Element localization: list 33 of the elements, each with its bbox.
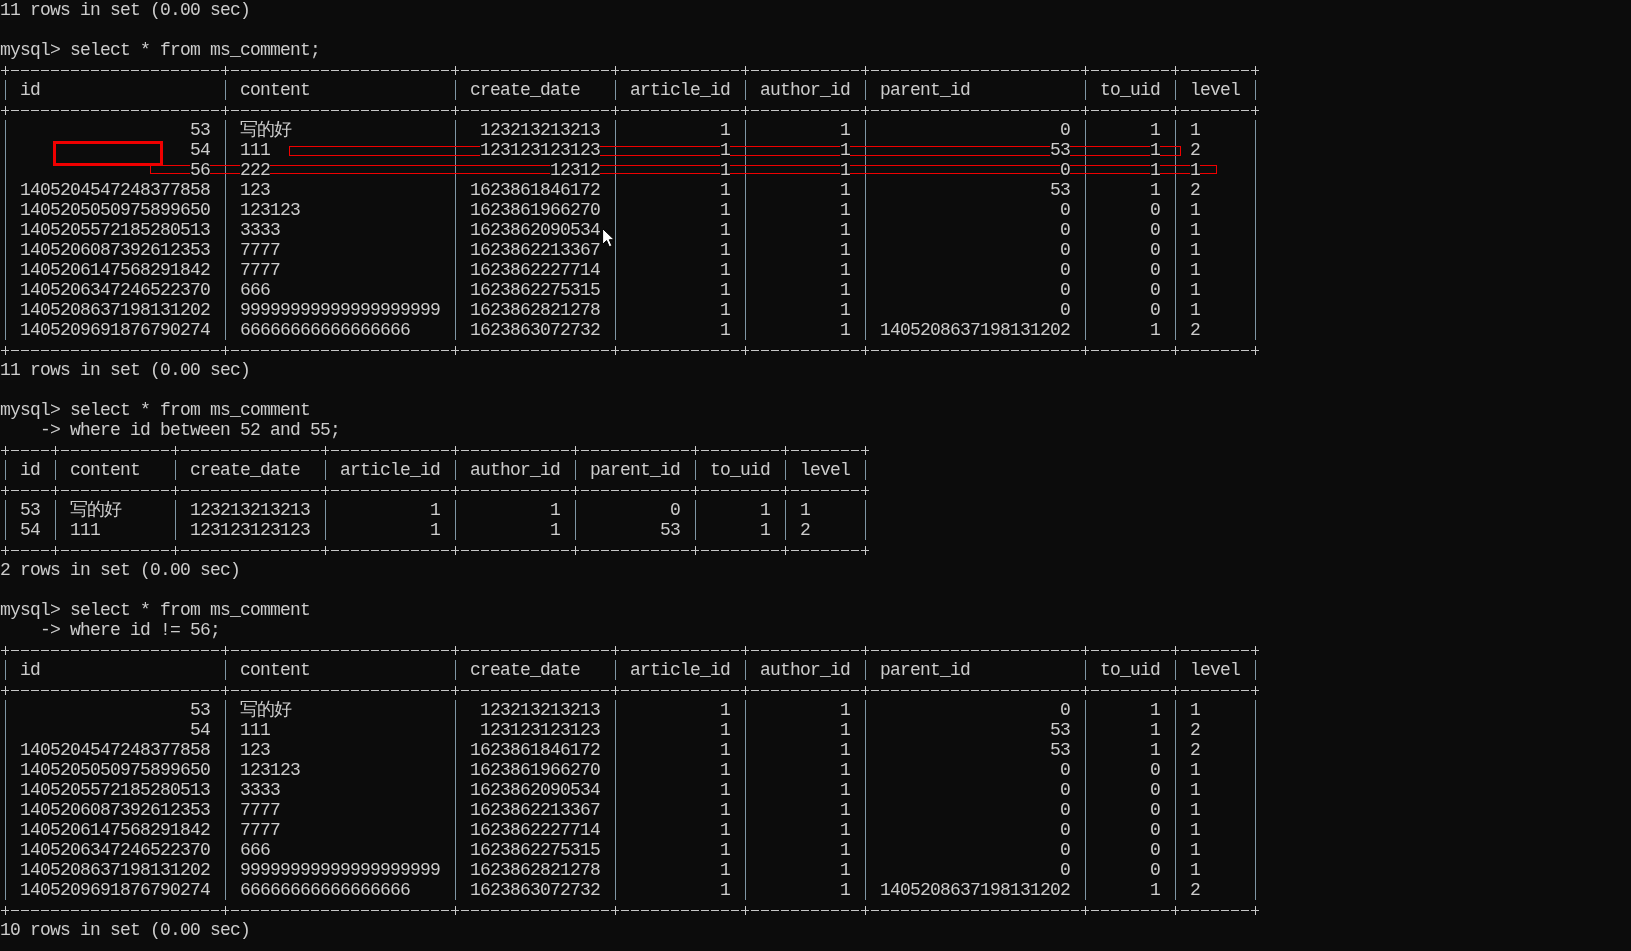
column-header: article_id (340, 460, 441, 480)
prompt: mysql> (0, 600, 60, 620)
sql-command: select * from ms_comment (70, 400, 311, 420)
sql-command: where id between 52 and 55; (70, 420, 341, 440)
column-header: create_date (470, 80, 581, 100)
column-header: parent_id (590, 460, 681, 480)
result-summary: 11 rows in set (0.00 sec) (0, 360, 251, 380)
column-header: author_id (470, 460, 561, 480)
prompt: mysql> (0, 40, 60, 60)
result-summary: 2 rows in set (0.00 sec) (0, 560, 241, 580)
column-header: to_uid (710, 460, 770, 480)
column-header: article_id (630, 660, 731, 680)
column-header: create_date (190, 460, 301, 480)
prompt: mysql> (0, 400, 60, 420)
column-header: author_id (760, 80, 851, 100)
table-cell: 写的好 (240, 120, 292, 140)
column-header: parent_id (880, 660, 971, 680)
column-header: parent_id (880, 80, 971, 100)
column-header: to_uid (1100, 660, 1160, 680)
column-header: author_id (760, 660, 851, 680)
table-cell: 写的好 (240, 700, 292, 720)
column-header: create_date (470, 660, 581, 680)
continuation-prompt: -> (40, 420, 60, 440)
sql-command: where id != 56; (70, 620, 221, 640)
result-summary: 11 rows in set (0.00 sec) (0, 0, 251, 20)
sql-command: select * from ms_comment; (70, 40, 321, 60)
cursor-icon (602, 228, 615, 248)
column-header: to_uid (1100, 80, 1160, 100)
continuation-prompt: -> (40, 620, 60, 640)
table-cell: 写的好 (70, 500, 122, 520)
sql-command: select * from ms_comment (70, 600, 311, 620)
result-summary: 10 rows in set (0.00 sec) (0, 920, 251, 940)
column-header: article_id (630, 80, 731, 100)
